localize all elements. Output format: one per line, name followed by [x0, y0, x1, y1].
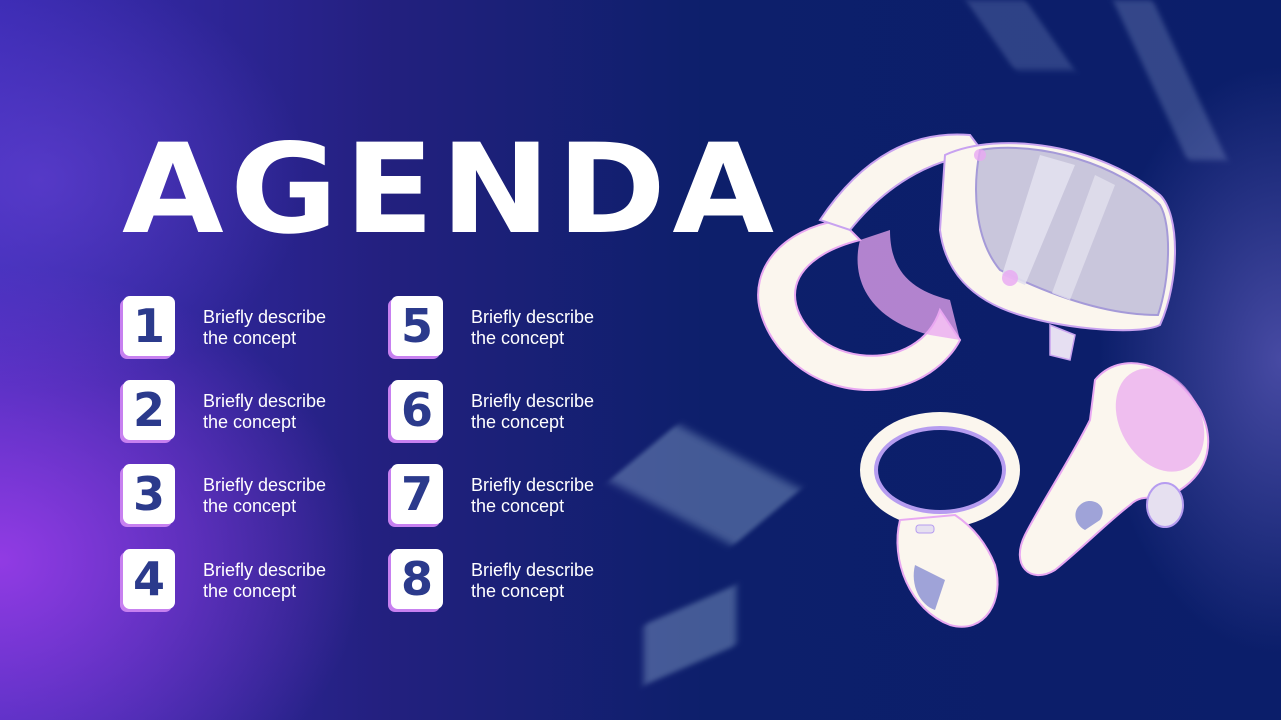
agenda-item-2: 2 Briefly describe the concept: [123, 380, 363, 444]
agenda-item-5: 5 Briefly describe the concept: [391, 296, 631, 360]
item-description: Briefly describe the concept: [471, 391, 594, 433]
item-description: Briefly describe the concept: [203, 560, 326, 602]
agenda-item-7: 7 Briefly describe the concept: [391, 464, 631, 528]
description-line: Briefly describe: [471, 560, 595, 580]
description-line: Briefly describe: [203, 475, 327, 495]
description-line: the concept: [471, 328, 565, 348]
agenda-item-3: 3 Briefly describe the concept: [123, 464, 363, 528]
page-title: AGENDA: [122, 118, 781, 262]
description-line: the concept: [471, 496, 565, 516]
item-number: 3: [123, 464, 175, 524]
description-line: the concept: [203, 581, 297, 601]
description-line: Briefly describe: [203, 560, 327, 580]
item-number: 6: [391, 380, 443, 440]
item-description: Briefly describe the concept: [471, 307, 594, 349]
item-description: Briefly describe the concept: [203, 475, 326, 517]
item-description: Briefly describe the concept: [471, 475, 594, 517]
item-number: 7: [391, 464, 443, 524]
description-line: the concept: [471, 412, 565, 432]
item-number: 1: [123, 296, 175, 356]
description-line: Briefly describe: [203, 307, 327, 327]
item-number: 4: [123, 549, 175, 609]
agenda-item-1: 1 Briefly describe the concept: [123, 296, 363, 360]
item-number: 5: [391, 296, 443, 356]
description-line: Briefly describe: [471, 391, 595, 411]
description-line: Briefly describe: [471, 475, 595, 495]
item-description: Briefly describe the concept: [471, 560, 594, 602]
description-line: the concept: [471, 581, 565, 601]
item-description: Briefly describe the concept: [203, 307, 326, 349]
description-line: the concept: [203, 412, 297, 432]
item-description: Briefly describe the concept: [203, 391, 326, 433]
description-line: the concept: [203, 328, 297, 348]
description-line: Briefly describe: [203, 391, 327, 411]
description-line: the concept: [203, 496, 297, 516]
vr-headset-with-controllers-icon: [757, 133, 1210, 628]
item-number: 8: [391, 549, 443, 609]
item-number: 2: [123, 380, 175, 440]
agenda-item-6: 6 Briefly describe the concept: [391, 380, 631, 444]
agenda-item-4: 4 Briefly describe the concept: [123, 549, 363, 613]
description-line: Briefly describe: [471, 307, 595, 327]
agenda-item-8: 8 Briefly describe the concept: [391, 549, 631, 613]
